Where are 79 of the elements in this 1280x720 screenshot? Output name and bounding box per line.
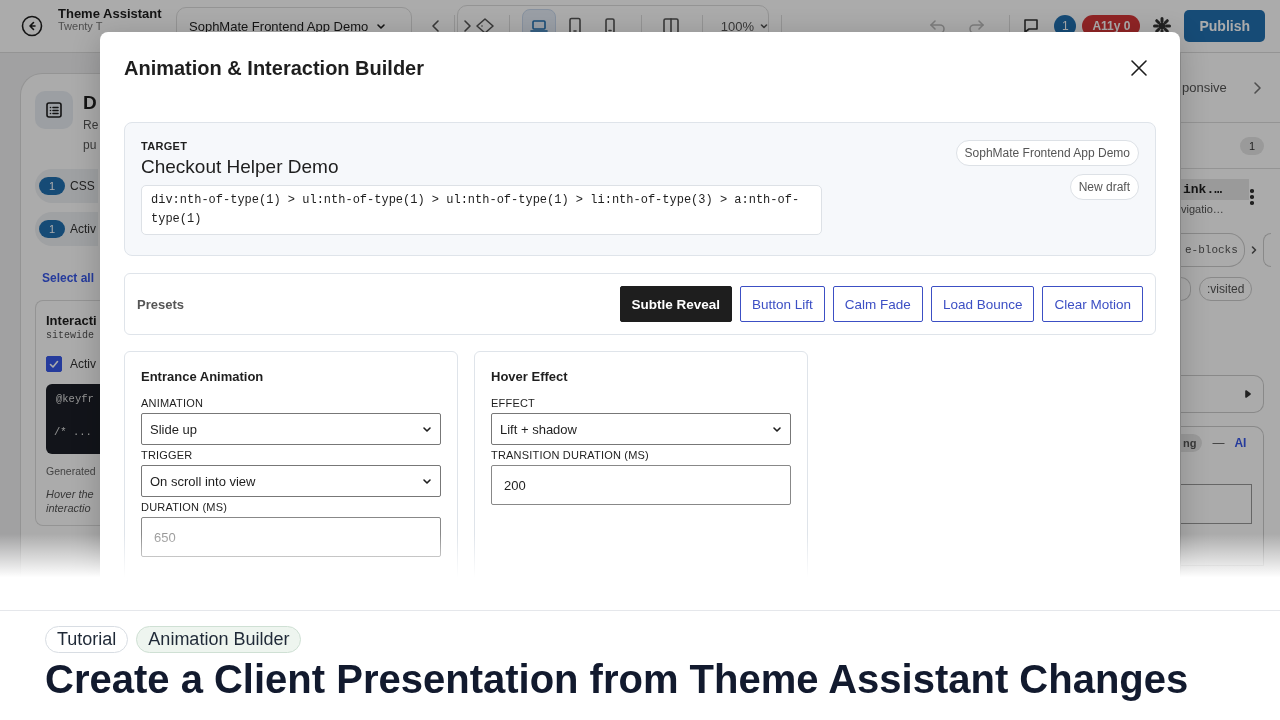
settings-icon[interactable] [1153,17,1172,35]
chevron-right-icon[interactable] [462,19,472,33]
preset-button[interactable]: Clear Motion [1042,286,1143,322]
panel-title: D [83,91,98,115]
change-title: Interacti [46,313,98,328]
dash-text: — [1212,436,1225,450]
comment-icon[interactable] [1022,17,1041,35]
publish-button[interactable]: Publish [1184,10,1265,42]
tag-chip: SophMate Frontend App Demo [955,140,1139,166]
ai-link[interactable]: AI [1234,436,1247,450]
phone-icon [604,17,617,35]
check-icon [48,358,60,370]
change-scope: sitewide [46,330,95,341]
field-label: DURATION (MS) [141,501,229,513]
preset-button[interactable]: Button Lift [740,286,825,322]
modal-title: Animation & Interaction Builder [124,56,425,80]
back-icon[interactable] [21,15,43,37]
topic-tag: Tutorial [45,626,129,653]
tag-chip: New draft [1069,174,1139,200]
list-icon [45,101,63,119]
checkbox-label: Activ [70,357,96,371]
app-subtitle: Twenty T [58,21,104,32]
select-field[interactable]: On scroll into view [141,465,441,497]
count-badge: 1 [39,220,65,238]
kebab-menu-icon[interactable] [1250,188,1254,206]
count-badge: 1 [39,177,65,195]
code-line: @keyfr [56,393,95,405]
field-label: TRANSITION DURATION (MS) [491,449,650,461]
caret-right-icon [1245,390,1251,398]
checkbox[interactable] [46,356,62,372]
chip-label: CSS [70,179,95,193]
item-title: ink.… [1181,179,1249,200]
chevron-down-icon [422,476,432,486]
topic-tag: Animation Builder [136,626,302,653]
laptop-icon [529,18,550,34]
input-field[interactable]: 650 [141,517,441,557]
field-label: EFFECT [491,397,536,409]
code-line: /* ... [54,426,93,438]
select-field[interactable]: Lift + shadow [491,413,791,445]
chevron-right-icon [1250,245,1257,255]
filter-chip[interactable]: 1 Activ [35,212,98,246]
field-label: TRIGGER [141,449,194,461]
target-name: Checkout Helper Demo [141,156,340,178]
count-badge: 1 [1239,136,1264,155]
close-icon[interactable] [1130,59,1148,77]
hint-text: Hover the [46,487,95,501]
chevron-left-icon[interactable] [430,19,442,33]
generated-note: Generated [46,465,97,477]
breadcrumb-chip[interactable]: e-blocks [1181,233,1245,267]
preset-button[interactable]: Subtle Reveal [619,286,733,322]
preset-button[interactable]: Load Bounce [930,286,1035,322]
panel-description: Re [83,117,99,134]
chevron-down-icon [760,22,768,30]
select-all-link[interactable]: Select all [42,271,95,285]
app-title: Theme Assistant [58,6,163,21]
card-title: Entrance Animation [141,369,265,384]
chip-label: Activ [70,222,96,236]
field-label: ANIMATION [141,397,205,409]
status-chip: ng [1181,434,1203,452]
tablet-icon [567,17,582,35]
tab-label[interactable]: ponsive [1182,80,1227,95]
chevron-down-icon [376,21,387,31]
preset-button[interactable]: Calm Fade [832,286,923,322]
filter-chip[interactable]: 1 CSS [35,169,98,203]
panel-description: pu [83,137,98,154]
section-label: TARGET [141,140,189,152]
input-field[interactable]: 200 [491,465,791,505]
select-field[interactable]: Slide up [141,413,441,445]
hint-text: interactio [46,501,92,515]
chevron-down-icon [422,424,432,434]
item-subtitle: vigatio… [1181,203,1225,215]
chevron-down-icon [772,424,782,434]
zoom-dropdown[interactable]: 100% [720,18,768,34]
text-field[interactable] [1181,484,1252,524]
selector-code: div:nth-of-type(1) > ul:nth-of-type(1) > ul:nth-of-type(1) > li:nth-of-type(3) > a:nth-of-type(1) [141,185,822,235]
columns-icon [661,17,680,35]
card-title: Hover Effect [491,369,569,384]
page-title: Create a Client Presentation from Theme Assistant Changes [45,656,1190,702]
presets-label: Presets [137,296,184,312]
